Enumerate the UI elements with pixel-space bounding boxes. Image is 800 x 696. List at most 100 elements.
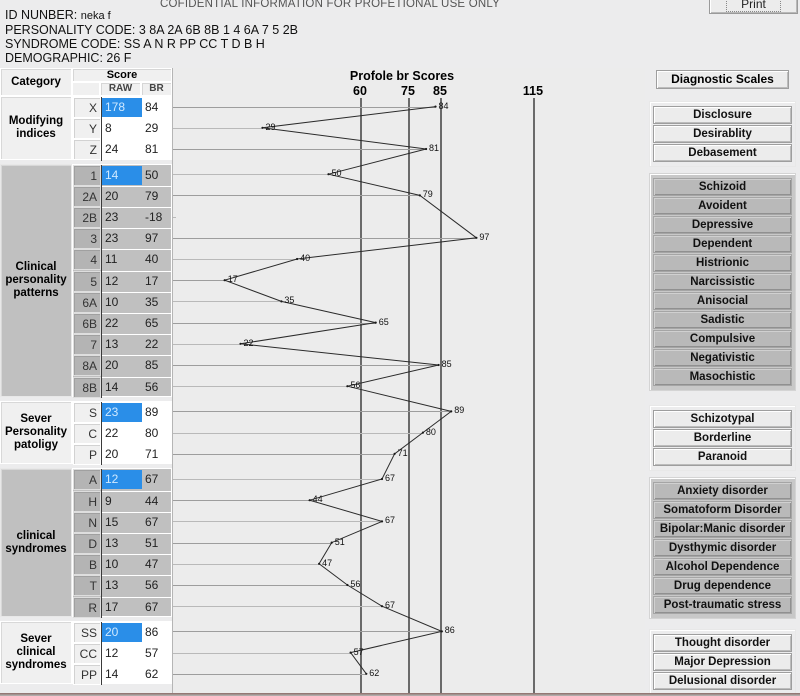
- scale-code-cell[interactable]: Z: [73, 139, 101, 161]
- scale-button[interactable]: Paranoid: [653, 448, 792, 466]
- scale-code-cell[interactable]: R: [73, 596, 101, 618]
- br-score-cell[interactable]: 44: [143, 492, 171, 511]
- br-score-cell[interactable]: 47: [143, 555, 171, 574]
- scale-code-cell[interactable]: T: [73, 575, 101, 597]
- br-score-cell[interactable]: 89: [143, 403, 171, 422]
- table-row[interactable]: R 17 67: [73, 596, 171, 618]
- table-row[interactable]: 8B 14 56: [73, 376, 171, 398]
- scale-code-cell[interactable]: 5: [73, 270, 101, 292]
- raw-score-cell[interactable]: 23: [102, 402, 142, 422]
- scale-button[interactable]: Avoident: [653, 197, 792, 215]
- table-row[interactable]: A 12 67: [73, 469, 171, 491]
- scale-button[interactable]: Narcissistic: [653, 273, 792, 291]
- scale-code-cell[interactable]: 6B: [73, 312, 101, 334]
- scale-button[interactable]: Debasement: [653, 144, 792, 162]
- scale-code-cell[interactable]: 8A: [73, 355, 101, 377]
- raw-score-cell[interactable]: 20: [102, 356, 142, 375]
- scale-button[interactable]: Disclosure: [653, 106, 792, 124]
- table-row[interactable]: 2A 20 79: [73, 185, 171, 207]
- raw-score-cell[interactable]: 20: [102, 622, 142, 642]
- scale-button[interactable]: Somatoform Disorder: [653, 501, 792, 519]
- table-row[interactable]: 6A 10 35: [73, 291, 171, 313]
- br-score-cell[interactable]: 86: [143, 623, 171, 642]
- scale-code-cell[interactable]: N: [73, 511, 101, 533]
- br-score-cell[interactable]: 65: [143, 314, 171, 333]
- raw-score-cell[interactable]: 10: [102, 555, 142, 574]
- scale-button[interactable]: Anxiety disorder: [653, 482, 792, 500]
- scale-code-cell[interactable]: CC: [73, 642, 101, 664]
- raw-score-cell[interactable]: 17: [102, 598, 142, 617]
- scale-code-cell[interactable]: SS: [73, 621, 101, 643]
- raw-score-cell[interactable]: 22: [102, 424, 142, 443]
- br-score-cell[interactable]: 57: [143, 644, 171, 663]
- raw-score-cell[interactable]: 23: [102, 229, 142, 248]
- scale-button[interactable]: Thought disorder: [653, 634, 792, 652]
- scale-button[interactable]: Masochistic: [653, 368, 792, 386]
- br-score-cell[interactable]: 84: [143, 98, 171, 117]
- br-score-cell[interactable]: 56: [143, 576, 171, 595]
- raw-score-cell[interactable]: 12: [102, 644, 142, 663]
- table-row[interactable]: S 23 89: [73, 401, 171, 423]
- raw-score-cell[interactable]: 10: [102, 293, 142, 312]
- table-row[interactable]: CC 12 57: [73, 642, 171, 664]
- br-score-cell[interactable]: 35: [143, 293, 171, 312]
- raw-score-cell[interactable]: 9: [102, 492, 142, 511]
- scale-code-cell[interactable]: 2B: [73, 206, 101, 228]
- raw-score-cell[interactable]: 178: [102, 98, 142, 117]
- scale-button[interactable]: Histrionic: [653, 254, 792, 272]
- scale-code-cell[interactable]: H: [73, 490, 101, 512]
- diagnostic-scales-button[interactable]: Diagnostic Scales: [656, 70, 789, 89]
- br-score-cell[interactable]: 62: [143, 665, 171, 684]
- scale-code-cell[interactable]: P: [73, 444, 101, 466]
- raw-score-cell[interactable]: 20: [102, 187, 142, 206]
- scale-button[interactable]: Schizotypal: [653, 410, 792, 428]
- table-row[interactable]: 6B 22 65: [73, 312, 171, 334]
- scale-button[interactable]: Depressive: [653, 216, 792, 234]
- br-score-cell[interactable]: 85: [143, 356, 171, 375]
- br-score-cell[interactable]: 40: [143, 250, 171, 269]
- scale-button[interactable]: Schizoid: [653, 178, 792, 196]
- scale-code-cell[interactable]: A: [73, 469, 101, 491]
- br-score-cell[interactable]: 67: [143, 513, 171, 532]
- table-row[interactable]: 3 23 97: [73, 228, 171, 250]
- scale-code-cell[interactable]: 2A: [73, 185, 101, 207]
- scale-code-cell[interactable]: 8B: [73, 376, 101, 398]
- table-row[interactable]: X 178 84: [73, 97, 171, 118]
- br-score-cell[interactable]: 97: [143, 229, 171, 248]
- raw-score-cell[interactable]: 11: [102, 250, 142, 269]
- br-score-cell[interactable]: 80: [143, 424, 171, 443]
- table-row[interactable]: P 20 71: [73, 444, 171, 466]
- raw-score-cell[interactable]: 22: [102, 314, 142, 333]
- scale-code-cell[interactable]: 7: [73, 334, 101, 356]
- raw-score-cell[interactable]: 14: [102, 165, 142, 185]
- scale-button[interactable]: Compulsive: [653, 330, 792, 348]
- br-score-cell[interactable]: 17: [143, 272, 171, 291]
- br-score-cell[interactable]: 22: [143, 335, 171, 354]
- scale-button[interactable]: Dependent: [653, 235, 792, 253]
- raw-score-cell[interactable]: 13: [102, 576, 142, 595]
- scale-button[interactable]: Drug dependence: [653, 577, 792, 595]
- raw-score-cell[interactable]: 14: [102, 665, 142, 684]
- br-score-cell[interactable]: 51: [143, 534, 171, 553]
- raw-score-cell[interactable]: 15: [102, 513, 142, 532]
- scale-code-cell[interactable]: PP: [73, 664, 101, 686]
- table-row[interactable]: H 9 44: [73, 490, 171, 512]
- br-score-cell[interactable]: -18: [143, 208, 171, 227]
- raw-score-cell[interactable]: 20: [102, 445, 142, 464]
- table-row[interactable]: D 13 51: [73, 532, 171, 554]
- raw-score-cell[interactable]: 13: [102, 335, 142, 354]
- raw-score-cell[interactable]: 13: [102, 534, 142, 553]
- scale-button[interactable]: Delusional disorder: [653, 672, 792, 690]
- table-row[interactable]: C 22 80: [73, 422, 171, 444]
- raw-score-cell[interactable]: 14: [102, 378, 142, 397]
- table-row[interactable]: 4 11 40: [73, 249, 171, 271]
- scale-button[interactable]: Major Depression: [653, 653, 792, 671]
- table-row[interactable]: 7 13 22: [73, 334, 171, 356]
- print-button[interactable]: Print: [709, 0, 798, 14]
- br-score-cell[interactable]: 67: [143, 598, 171, 617]
- scale-button[interactable]: Bipolar:Manic disorder: [653, 520, 792, 538]
- scale-code-cell[interactable]: 4: [73, 249, 101, 271]
- scale-button[interactable]: Dysthymic disorder: [653, 539, 792, 557]
- br-score-cell[interactable]: 29: [143, 119, 171, 138]
- scale-code-cell[interactable]: 3: [73, 228, 101, 250]
